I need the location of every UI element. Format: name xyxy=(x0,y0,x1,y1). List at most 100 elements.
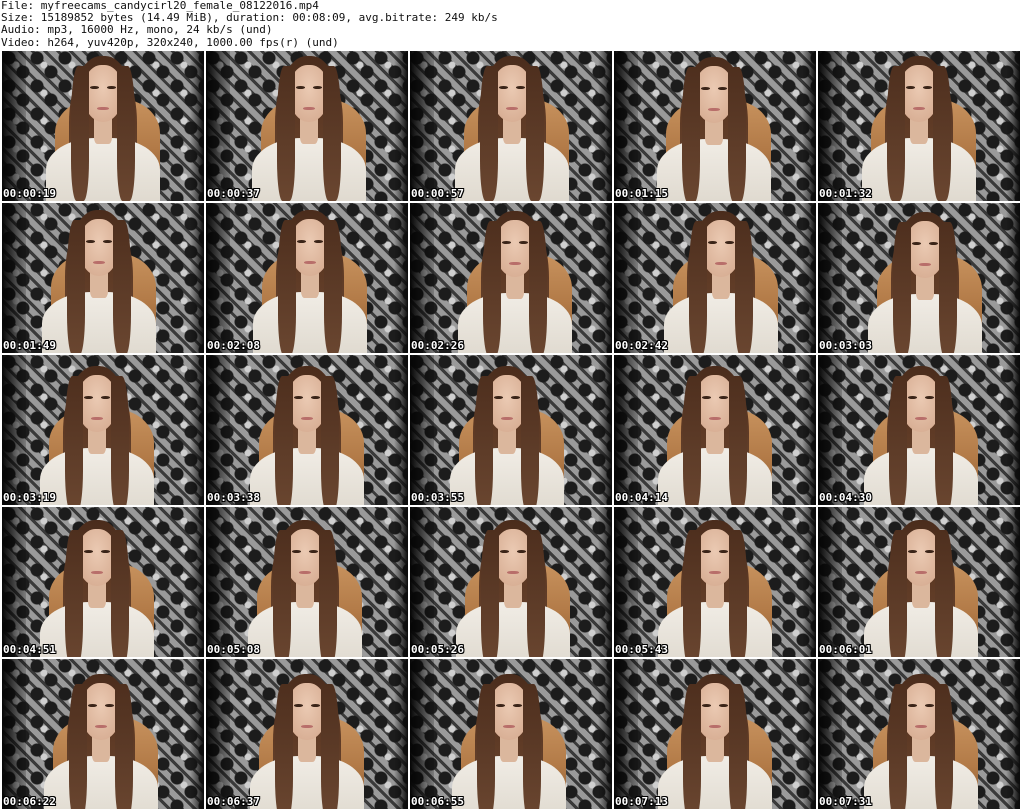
hair-strand-right xyxy=(324,220,343,353)
hair-strand-right xyxy=(113,220,132,353)
video-thumbnail: 00:03:55 xyxy=(410,355,612,505)
person-figure xyxy=(410,669,610,809)
eye xyxy=(294,396,303,399)
hair-strand-left xyxy=(482,221,501,353)
thumbnail-timestamp: 00:07:13 xyxy=(615,795,668,808)
person-figure xyxy=(614,361,816,505)
hair-strand-right xyxy=(729,684,748,809)
person-figure xyxy=(2,515,198,657)
white-shirt-torso xyxy=(862,138,976,201)
thumbnail-timestamp: 00:04:14 xyxy=(615,491,668,504)
white-shirt-torso xyxy=(40,602,154,657)
thumbnail-timestamp: 00:01:32 xyxy=(819,187,872,200)
hair-strand-right xyxy=(935,684,954,809)
eye xyxy=(511,396,520,399)
white-shirt-torso xyxy=(456,602,570,657)
eye xyxy=(906,86,915,89)
white-shirt-torso xyxy=(864,602,978,657)
hair-strand-right xyxy=(735,221,754,353)
eye xyxy=(701,87,710,90)
hair-strand-left xyxy=(276,66,295,201)
person-figure xyxy=(2,51,204,201)
mouth xyxy=(95,724,107,729)
hair-strand-right xyxy=(321,376,340,505)
person-figure xyxy=(414,206,612,353)
eye xyxy=(107,86,116,89)
mouth xyxy=(501,416,513,421)
eye xyxy=(500,550,509,553)
hair-strand-left xyxy=(66,220,85,353)
eye xyxy=(499,86,508,89)
eye xyxy=(925,704,934,707)
hair-strand-left xyxy=(682,684,701,809)
audio-info-line: Audio: mp3, 16000 Hz, mono, 24 kb/s (und… xyxy=(1,23,273,37)
video-thumbnail: 00:03:38 xyxy=(206,355,408,505)
person-figure xyxy=(206,361,408,505)
mouth xyxy=(301,416,313,421)
video-thumbnail: 00:06:37 xyxy=(206,659,408,809)
eye xyxy=(908,396,917,399)
eye xyxy=(702,704,711,707)
person-figure xyxy=(820,361,1020,505)
hair-strand-left xyxy=(68,684,87,809)
thumbnail-timestamp: 00:03:03 xyxy=(819,339,872,352)
thumbnail-timestamp: 00:03:38 xyxy=(207,491,260,504)
file-info-header: File: myfreecams_candycirl20_female_0812… xyxy=(0,0,1024,50)
eye xyxy=(725,241,734,244)
mouth xyxy=(303,106,315,111)
eye xyxy=(311,396,320,399)
white-shirt-torso xyxy=(864,448,978,505)
white-shirt-torso xyxy=(458,293,572,353)
hair-strand-left xyxy=(682,530,701,657)
video-thumbnail: 00:06:55 xyxy=(410,659,612,809)
hair-strand-left xyxy=(274,684,293,809)
hair-strand-left xyxy=(682,376,701,505)
white-shirt-torso xyxy=(248,602,362,657)
person-figure xyxy=(820,669,1020,809)
thumbnail-timestamp: 00:04:30 xyxy=(819,491,872,504)
mouth xyxy=(919,262,931,267)
eye xyxy=(923,86,932,89)
video-thumbnail: 00:04:14 xyxy=(614,355,816,505)
video-thumbnail: 00:04:30 xyxy=(818,355,1020,505)
eye xyxy=(513,704,522,707)
eye xyxy=(88,704,97,707)
eye xyxy=(297,240,306,243)
video-thumbnail: 00:02:26 xyxy=(410,203,612,353)
thumbnail-timestamp: 00:00:57 xyxy=(411,187,464,200)
eye xyxy=(311,704,320,707)
video-thumbnail: 00:05:08 xyxy=(206,507,408,657)
eye xyxy=(101,550,110,553)
hair-strand-left xyxy=(272,530,291,657)
mouth xyxy=(709,724,721,729)
person-figure xyxy=(818,51,1020,201)
mouth xyxy=(503,724,515,729)
person-figure xyxy=(209,205,408,353)
thumbnail-timestamp: 00:07:31 xyxy=(819,795,872,808)
hair-strand-right xyxy=(935,376,954,505)
video-thumbnail: 00:02:42 xyxy=(614,203,816,353)
white-shirt-torso xyxy=(658,602,772,657)
person-figure xyxy=(412,515,612,657)
thumbnail-timestamp: 00:06:55 xyxy=(411,795,464,808)
video-thumbnail: 00:00:19 xyxy=(2,51,204,201)
mouth xyxy=(915,570,927,575)
eye xyxy=(502,241,511,244)
mouth xyxy=(93,260,105,265)
eye xyxy=(517,550,526,553)
mouth xyxy=(709,570,721,575)
video-thumbnail: 00:07:13 xyxy=(614,659,816,809)
video-thumbnail: 00:06:01 xyxy=(818,507,1020,657)
white-shirt-torso xyxy=(664,293,778,353)
white-shirt-torso xyxy=(658,756,772,809)
eye xyxy=(84,396,93,399)
thumbnail-timestamp: 00:03:19 xyxy=(3,491,56,504)
hair-strand-right xyxy=(323,66,342,201)
mouth xyxy=(915,416,927,421)
eye xyxy=(929,242,938,245)
thumbnail-timestamp: 00:02:42 xyxy=(615,339,668,352)
mouth xyxy=(915,724,927,729)
thumbnail-timestamp: 00:01:15 xyxy=(615,187,668,200)
thumbnail-timestamp: 00:03:55 xyxy=(411,491,464,504)
mouth xyxy=(299,570,311,575)
